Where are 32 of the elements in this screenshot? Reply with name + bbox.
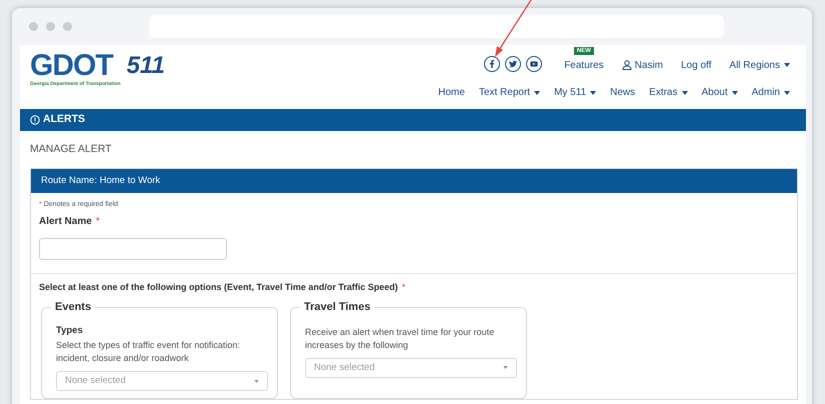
caret-icon xyxy=(784,63,790,67)
nav-link[interactable]: Admin xyxy=(752,85,790,100)
nav-link[interactable]: About xyxy=(702,85,738,100)
logo-wordmark: GDOT xyxy=(30,51,114,81)
youtube-icon[interactable] xyxy=(526,56,542,72)
facebook-icon[interactable] xyxy=(484,56,500,72)
options-prompt: Select at least one of the following options (Event, Travel Time and/or Traffic Speed) xyxy=(39,281,398,294)
caret-icon xyxy=(503,366,508,370)
card-header: Route Name: Home to Work xyxy=(31,168,797,193)
twitter-icon[interactable] xyxy=(505,56,522,72)
header-link[interactable]: Features xyxy=(564,58,604,72)
nav-link[interactable]: Home xyxy=(438,85,465,100)
required-asterisk: * xyxy=(96,215,100,230)
logo-number-text: 511 xyxy=(126,51,165,81)
page-title: MANAGE ALERT xyxy=(29,142,112,157)
fieldset-subtitle: Types xyxy=(56,324,84,338)
fieldset-description: Receive an alert when travel time for your route increases by the following xyxy=(305,326,496,352)
header-link[interactable]: All Regions xyxy=(729,58,780,72)
nav-link[interactable]: Extras xyxy=(649,85,688,100)
nav-link[interactable]: News xyxy=(610,85,636,100)
required-asterisk: * xyxy=(402,281,406,294)
nav-link[interactable]: My 511 xyxy=(554,85,596,100)
nav-link[interactable]: Text Report xyxy=(478,85,540,100)
user-icon xyxy=(622,60,632,70)
alert-name-input[interactable] xyxy=(39,238,227,260)
info-icon xyxy=(30,115,40,125)
field-label: Alert Name xyxy=(39,215,92,230)
header-link[interactable]: Log off xyxy=(681,58,712,72)
section-title: ALERTS xyxy=(43,112,85,128)
fieldset-description: Select the types of traffic event for notification: incident, closure and/or roadwork xyxy=(56,339,241,365)
header-link[interactable]: Nasim xyxy=(634,58,663,72)
caret-icon xyxy=(254,380,259,382)
